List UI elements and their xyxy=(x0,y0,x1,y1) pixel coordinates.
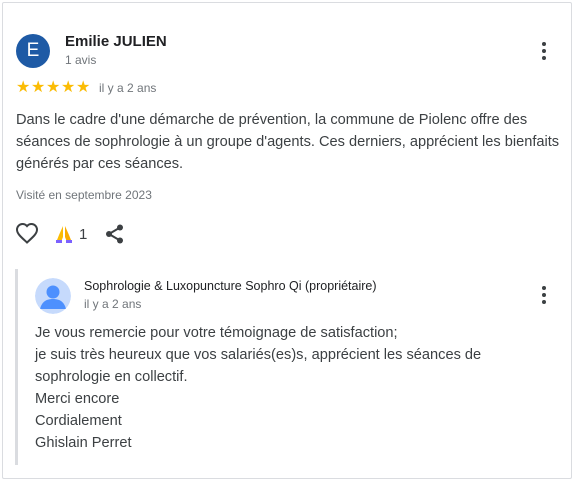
reply-menu-icon[interactable] xyxy=(534,283,554,307)
reply-line: Ghislain Perret xyxy=(35,435,132,451)
review-card: E Emilie JULIEN 1 avis ★ ★ ★ ★ ★ il y a … xyxy=(2,2,572,479)
reply-line: Je vous remercie pour votre témoignage d… xyxy=(35,325,398,341)
review-date: il y a 2 ans xyxy=(99,81,157,95)
owner-reply-text: Je vous remercie pour votre témoignage d… xyxy=(35,322,535,454)
reply-line: sophrologie en collectif. xyxy=(35,369,188,385)
star-icon: ★ xyxy=(61,79,76,96)
reply-line: je suis très heureux que vos salariés(es… xyxy=(35,347,482,363)
visit-date: Visité en septembre 2023 xyxy=(16,188,152,202)
share-icon[interactable] xyxy=(104,223,126,245)
star-icon: ★ xyxy=(31,79,46,96)
reviewer-name[interactable]: Emilie JULIEN xyxy=(65,33,167,50)
review-text: Dans le cadre d'une démarche de préventi… xyxy=(16,112,560,172)
star-rating: ★ ★ ★ ★ ★ xyxy=(16,80,91,96)
reviewer-avatar[interactable]: E xyxy=(16,34,50,68)
reviewer-review-count: 1 avis xyxy=(65,53,97,67)
rating-row: ★ ★ ★ ★ ★ il y a 2 ans xyxy=(16,80,156,96)
owner-reply-date: il y a 2 ans xyxy=(84,297,142,311)
star-icon: ★ xyxy=(16,79,31,96)
thanks-reaction[interactable]: 1 xyxy=(53,223,87,245)
review-menu-icon[interactable] xyxy=(534,39,554,63)
reaction-count: 1 xyxy=(79,225,88,243)
reply-line: Merci encore xyxy=(35,391,120,407)
owner-avatar-icon[interactable] xyxy=(35,278,71,314)
thanks-hands-icon xyxy=(56,226,72,243)
owner-reply-divider xyxy=(15,269,18,465)
star-icon: ★ xyxy=(76,79,91,96)
star-icon: ★ xyxy=(46,79,61,96)
reply-line: Cordialement xyxy=(35,413,122,429)
owner-name: Sophrologie & Luxopuncture Sophro Qi (pr… xyxy=(84,279,377,293)
like-heart-icon[interactable] xyxy=(15,222,39,244)
